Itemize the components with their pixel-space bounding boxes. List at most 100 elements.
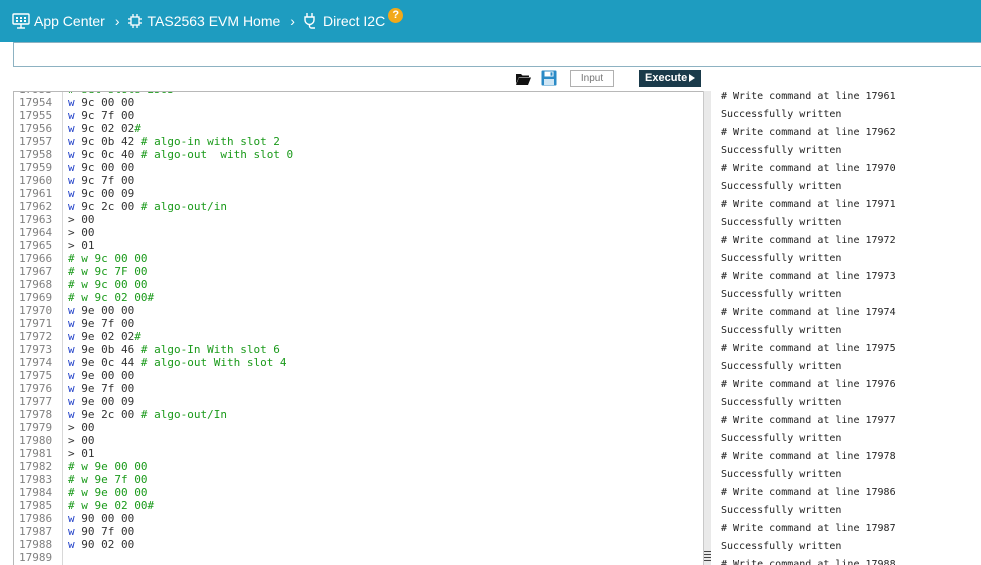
line-number: 17980 <box>19 434 53 447</box>
output-line: # Write command at line 17986 <box>721 487 896 498</box>
code-text: w 9c 00 00 <box>68 96 135 109</box>
line-number: 17972 <box>19 330 53 343</box>
line-number: 17989 <box>19 551 53 564</box>
breadcrumb-label: TAS2563 EVM Home <box>147 13 281 29</box>
code-text: w 9c 0b 42 # algo-in with slot 2 <box>68 135 280 148</box>
save-icon[interactable] <box>541 70 557 86</box>
code-text: w 9e 02 02# <box>68 330 141 343</box>
editor-line: 17970 w 9e 00 00 <box>14 304 703 317</box>
code-text: w 9c 00 00 <box>68 161 135 174</box>
plug-icon <box>301 12 319 30</box>
breadcrumb-app-center[interactable]: App Center <box>12 12 105 30</box>
splitter-grip-icon[interactable] <box>704 551 711 563</box>
line-number: 17964 <box>19 226 53 239</box>
breadcrumb-chevron-icon: › <box>290 13 295 29</box>
line-number: 17982 <box>19 460 53 473</box>
line-number: 17981 <box>19 447 53 460</box>
line-number: 17954 <box>19 96 53 109</box>
line-number: 17975 <box>19 369 53 382</box>
input-field[interactable] <box>570 70 614 87</box>
line-number: 17965 <box>19 239 53 252</box>
editor-line: 17961 w 9c 00 09 <box>14 187 703 200</box>
code-text: w 9c 00 09 <box>68 187 135 200</box>
output-line: # Write command at line 17973 <box>721 271 896 282</box>
line-number: 17961 <box>19 187 53 200</box>
editor-line: 17978 w 9e 2c 00 # algo-out/In <box>14 408 703 421</box>
top-bar: App Center › TAS2563 EVM Home › Direct I… <box>0 0 981 42</box>
panel-splitter[interactable] <box>703 91 711 565</box>
output-line: Successfully written <box>721 469 842 480</box>
output-line: # Write command at line 17970 <box>721 163 896 174</box>
editor-line: 17954 w 9c 00 00 <box>14 96 703 109</box>
output-line: Successfully written <box>721 253 842 264</box>
line-number: 17978 <box>19 408 53 421</box>
code-text: > 00 <box>68 226 95 239</box>
output-line: Successfully written <box>721 181 842 192</box>
line-number: 17969 <box>19 291 53 304</box>
code-text: # w 9e 02 00# <box>68 499 155 512</box>
output-line: Successfully written <box>721 397 842 408</box>
code-text: # w 9c 00 00 <box>68 252 148 265</box>
editor-line: 17960 w 9c 7f 00 <box>14 174 703 187</box>
editor-line: 17981 > 01 <box>14 447 703 460</box>
editor-line: 17989 <box>14 551 703 564</box>
code-text: > 00 <box>68 421 95 434</box>
editor-line: 17986 w 90 00 00 <box>14 512 703 525</box>
editor-line: 17969 # w 9c 02 00# <box>14 291 703 304</box>
code-text: > 01 <box>68 239 95 252</box>
code-text: w 90 7f 00 <box>68 525 135 538</box>
line-number: 17986 <box>19 512 53 525</box>
line-number: 17974 <box>19 356 53 369</box>
open-folder-icon[interactable] <box>515 72 531 86</box>
editor-line: 17971 w 9e 7f 00 <box>14 317 703 330</box>
editor-line: 17983 # w 9e 7f 00 <box>14 473 703 486</box>
editor-line: 17976 w 9e 7f 00 <box>14 382 703 395</box>
code-text: w 9e 0c 44 # algo-out With slot 4 <box>68 356 287 369</box>
editor-line: 17985 # w 9e 02 00# <box>14 499 703 512</box>
output-line: # Write command at line 17977 <box>721 415 896 426</box>
breadcrumb-direct-i2c[interactable]: Direct I2C <box>301 12 385 30</box>
code-text: w 9c 0c 40 # algo-out with slot 0 <box>68 148 294 161</box>
editor-line: 17987 w 90 7f 00 <box>14 525 703 538</box>
editor-line: 17988 w 90 02 00 <box>14 538 703 551</box>
output-line: Successfully written <box>721 289 842 300</box>
play-icon <box>689 74 695 82</box>
editor-line: 17977 w 9e 00 09 <box>14 395 703 408</box>
editor-line: 17979 > 00 <box>14 421 703 434</box>
execute-button-label: Execute <box>645 72 688 84</box>
line-number: 17966 <box>19 252 53 265</box>
help-icon[interactable]: ? <box>388 7 404 23</box>
editor-line: 17959 w 9c 00 00 <box>14 161 703 174</box>
line-number: 17971 <box>19 317 53 330</box>
editor-line: 17974 w 9e 0c 44 # algo-out With slot 4 <box>14 356 703 369</box>
editor-line: 17973 w 9e 0b 46 # algo-In With slot 6 <box>14 343 703 356</box>
chip-icon <box>126 12 144 30</box>
code-text: w 9e 00 09 <box>68 395 135 408</box>
editor-line: 17975 w 9e 00 00 <box>14 369 703 382</box>
execute-button[interactable]: Execute <box>639 70 701 87</box>
editor-line: 17958 w 9c 0c 40 # algo-out with slot 0 <box>14 148 703 161</box>
script-editor[interactable]: 17953# set slots 256317954w 9c 00 001795… <box>13 91 703 565</box>
editor-line: 17963 > 00 <box>14 213 703 226</box>
editor-lines: 17953# set slots 256317954w 9c 00 001795… <box>14 92 703 564</box>
line-number: 17973 <box>19 343 53 356</box>
code-text: w 90 02 00 <box>68 538 135 551</box>
line-number: 17985 <box>19 499 53 512</box>
line-number: 17959 <box>19 161 53 174</box>
output-line: # Write command at line 17971 <box>721 199 896 210</box>
editor-line: 17966 # w 9c 00 00 <box>14 252 703 265</box>
code-text: w 90 00 00 <box>68 512 135 525</box>
output-line: Successfully written <box>721 361 842 372</box>
code-text: # w 9e 7f 00 <box>68 473 148 486</box>
line-number: 17977 <box>19 395 53 408</box>
editor-line: 17957 w 9c 0b 42 # algo-in with slot 2 <box>14 135 703 148</box>
device-strip <box>13 42 981 67</box>
code-text: w 9e 7f 00 <box>68 382 135 395</box>
code-text: w 9c 2c 00 # algo-out/in <box>68 200 227 213</box>
output-line: Successfully written <box>721 325 842 336</box>
output-line: Successfully written <box>721 433 842 444</box>
code-text: w 9c 7f 00 <box>68 109 135 122</box>
line-number: 17955 <box>19 109 53 122</box>
editor-line: 17980 > 00 <box>14 434 703 447</box>
breadcrumb-evm-home[interactable]: TAS2563 EVM Home <box>126 12 281 30</box>
